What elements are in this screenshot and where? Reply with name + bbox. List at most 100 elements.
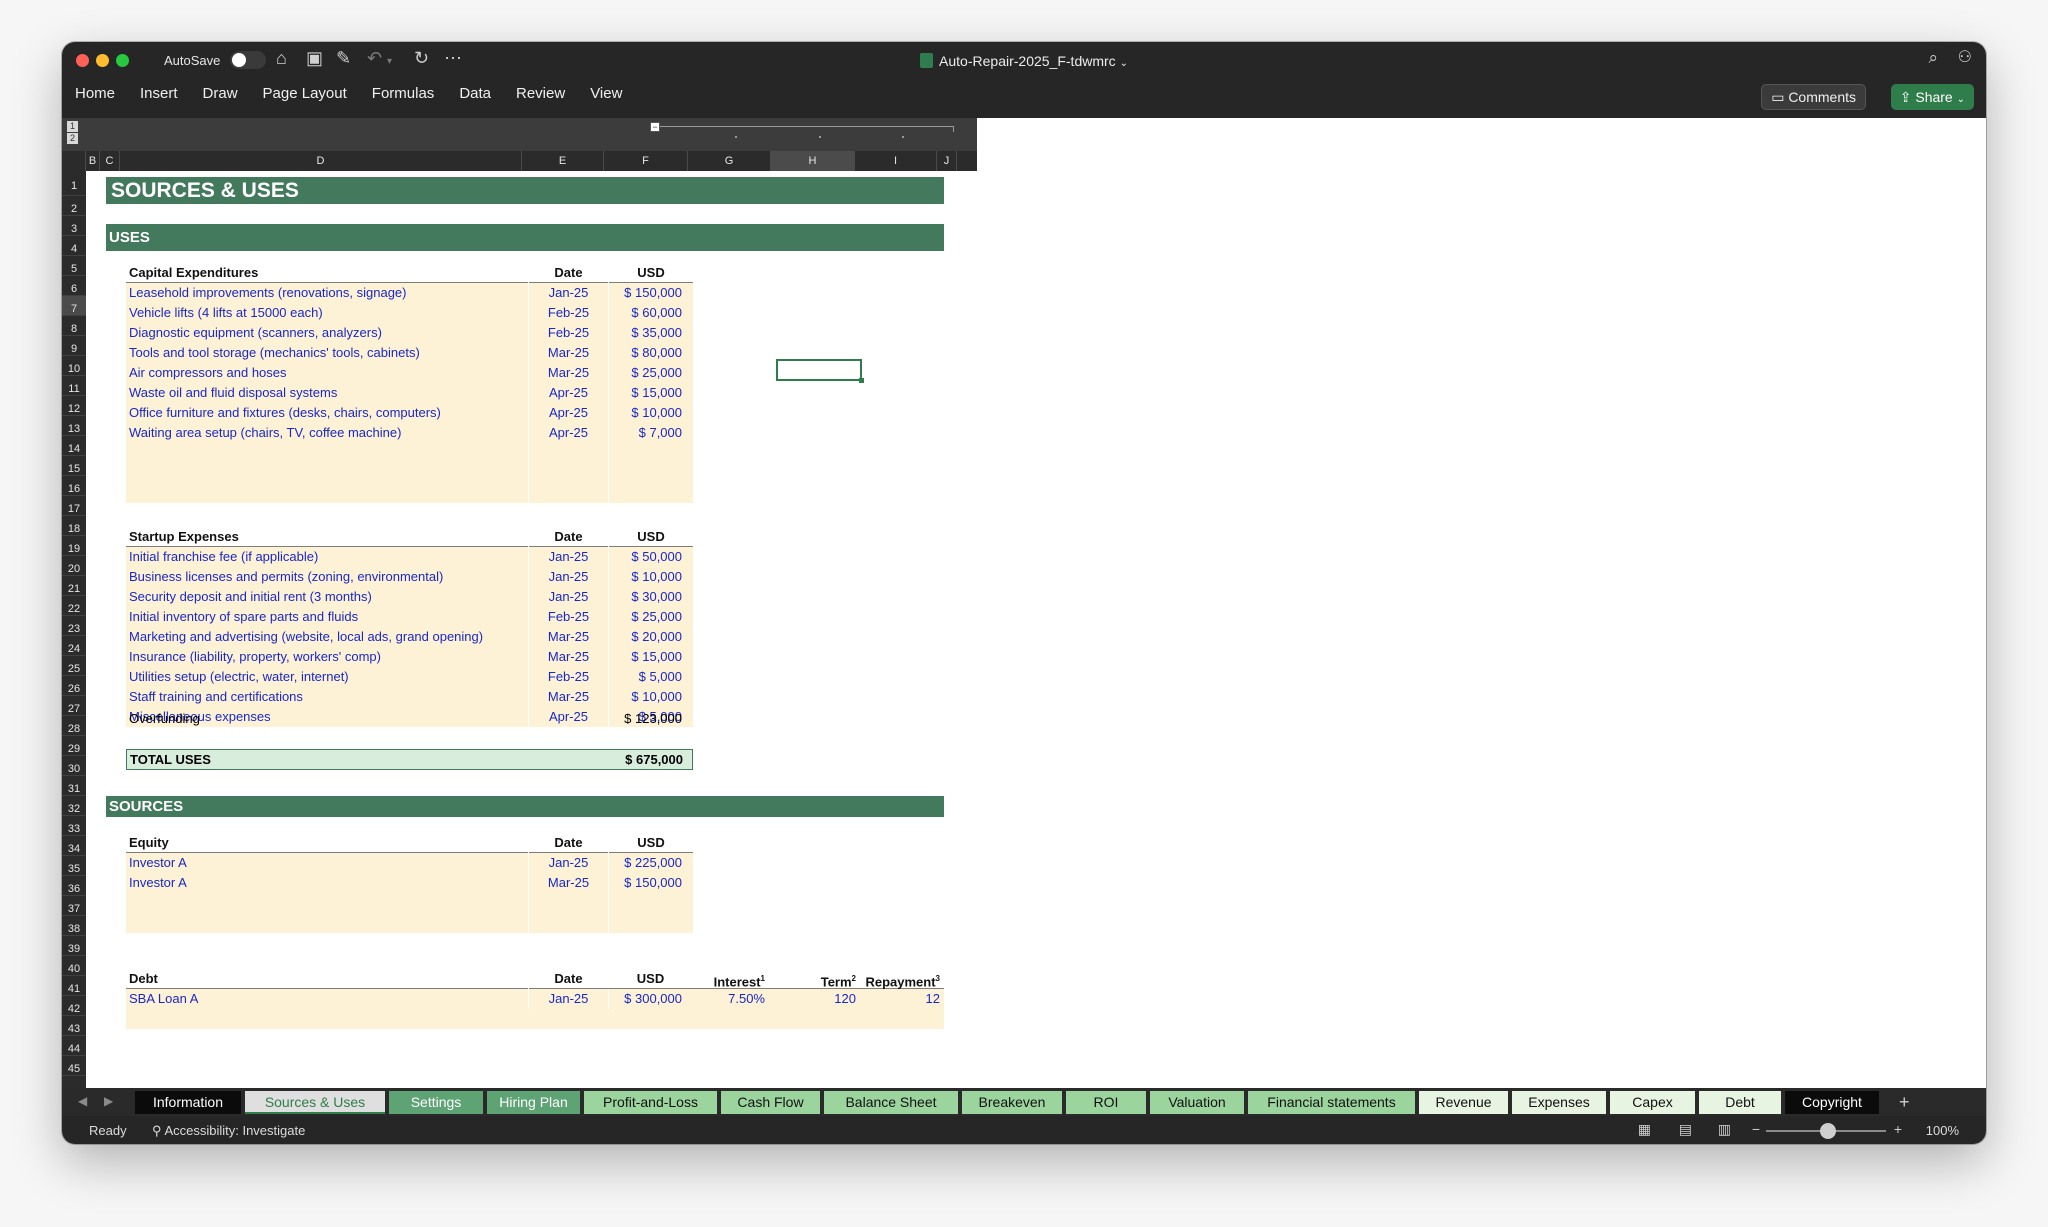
startup-row-usd[interactable]: $ 50,000 xyxy=(608,547,693,567)
select-all-corner[interactable] xyxy=(62,151,86,171)
row-header[interactable]: 39 xyxy=(62,936,86,956)
startup-row-date[interactable]: Jan-25 xyxy=(528,587,608,607)
debt-repayment[interactable]: 12 xyxy=(860,989,942,1009)
debt-item[interactable]: SBA Loan A xyxy=(129,989,529,1009)
capex-row-item[interactable]: Diagnostic equipment (scanners, analyzer… xyxy=(129,323,529,343)
startup-row-item[interactable]: Initial franchise fee (if applicable) xyxy=(129,547,529,567)
row-header[interactable]: 33 xyxy=(62,816,86,836)
startup-row-item[interactable]: Business licenses and permits (zoning, e… xyxy=(129,567,529,587)
sheet-tab-cash-flow[interactable]: Cash Flow xyxy=(721,1091,820,1114)
outline-level-2[interactable]: 2 xyxy=(67,133,78,144)
tab-scroll-right-icon[interactable]: ▶ xyxy=(104,1094,113,1108)
row-header[interactable]: 22 xyxy=(62,596,86,616)
capex-row[interactable]: Waste oil and fluid disposal systems Apr-… xyxy=(126,383,693,403)
tab-scroll-left-icon[interactable]: ◀ xyxy=(78,1094,87,1108)
capex-row-usd[interactable]: $ 25,000 xyxy=(608,363,693,383)
normal-view-icon[interactable]: ▦ xyxy=(1638,1121,1651,1138)
empty-input-row[interactable] xyxy=(126,463,693,483)
row-header[interactable]: 26 xyxy=(62,676,86,696)
empty-input-row[interactable] xyxy=(126,1009,944,1029)
empty-cell[interactable] xyxy=(608,463,693,483)
startup-row-date[interactable]: Feb-25 xyxy=(528,607,608,627)
row-header[interactable]: 12 xyxy=(62,396,86,416)
row-header[interactable]: 41 xyxy=(62,976,86,996)
startup-row-item[interactable]: Insurance (liability, property, workers'… xyxy=(129,647,529,667)
capex-row-date[interactable]: Mar-25 xyxy=(528,363,608,383)
row-header[interactable]: 36 xyxy=(62,876,86,896)
startup-row[interactable]: Marketing and advertising (website, loca… xyxy=(126,627,693,647)
startup-row[interactable]: Security deposit and initial rent (3 mon… xyxy=(126,587,693,607)
document-title[interactable]: Auto-Repair-2025_F-tdwmrc ⌄ xyxy=(62,53,1986,69)
row-header[interactable]: 17 xyxy=(62,496,86,516)
row-header[interactable]: 44 xyxy=(62,1036,86,1056)
zoom-slider-handle[interactable] xyxy=(1820,1123,1836,1139)
row-header[interactable]: 23 xyxy=(62,616,86,636)
row-header[interactable]: 29 xyxy=(62,736,86,756)
page-break-view-icon[interactable]: ▥ xyxy=(1718,1121,1731,1138)
equity-row-item[interactable]: Investor A xyxy=(129,853,529,873)
row-header[interactable]: 45 xyxy=(62,1056,86,1076)
column-header-c[interactable]: C xyxy=(100,151,120,171)
row-header[interactable]: 3 xyxy=(62,216,86,236)
equity-row-date[interactable]: Mar-25 xyxy=(528,873,608,893)
startup-row-usd[interactable]: $ 20,000 xyxy=(608,627,693,647)
row-header[interactable]: 6 xyxy=(62,276,86,296)
startup-row[interactable]: Initial inventory of spare parts and flu… xyxy=(126,607,693,627)
capex-row-date[interactable]: Mar-25 xyxy=(528,343,608,363)
zoom-out-icon[interactable]: − xyxy=(1752,1121,1760,1137)
row-header[interactable]: 8 xyxy=(62,316,86,336)
sheet-tab-financial-statements[interactable]: Financial statements xyxy=(1248,1091,1415,1114)
page-layout-view-icon[interactable]: ▤ xyxy=(1679,1121,1692,1138)
column-header-g[interactable]: G xyxy=(688,151,771,171)
startup-row-item[interactable]: Staff training and certifications xyxy=(129,687,529,707)
capex-row-date[interactable]: Feb-25 xyxy=(528,303,608,323)
row-header[interactable]: 5 xyxy=(62,256,86,276)
column-header-f[interactable]: F xyxy=(604,151,688,171)
row-header[interactable]: 14 xyxy=(62,436,86,456)
sheet-tab-capex[interactable]: Capex xyxy=(1610,1091,1695,1114)
startup-row-usd[interactable]: $ 25,000 xyxy=(608,607,693,627)
menu-view[interactable]: View xyxy=(590,85,622,102)
equity-row[interactable]: Investor A Mar-25 $ 150,000 xyxy=(126,873,693,893)
capex-row[interactable]: Office furniture and fixtures (desks, ch… xyxy=(126,403,693,423)
capex-row[interactable]: Air compressors and hoses Mar-25 $ 25,000 xyxy=(126,363,693,383)
capex-row-date[interactable]: Apr-25 xyxy=(528,423,608,443)
sheet-tab-expenses[interactable]: Expenses xyxy=(1512,1091,1606,1114)
capex-row-item[interactable]: Office furniture and fixtures (desks, ch… xyxy=(129,403,529,423)
startup-row-item[interactable]: Marketing and advertising (website, loca… xyxy=(129,627,529,647)
sheet-tab-hiring-plan[interactable]: Hiring Plan xyxy=(487,1091,580,1114)
active-cell-h7[interactable] xyxy=(776,359,864,383)
row-header[interactable]: 20 xyxy=(62,556,86,576)
startup-row-item[interactable]: Security deposit and initial rent (3 mon… xyxy=(129,587,529,607)
row-header[interactable]: 13 xyxy=(62,416,86,436)
menu-data[interactable]: Data xyxy=(459,85,491,102)
startup-row[interactable]: Staff training and certifications Mar-25 $… xyxy=(126,687,693,707)
outline-level-1[interactable]: 1 xyxy=(67,121,78,132)
capex-row-date[interactable]: Feb-25 xyxy=(528,323,608,343)
accessibility-status[interactable]: ⚲ Accessibility: Investigate xyxy=(152,1123,305,1139)
debt-date[interactable]: Jan-25 xyxy=(528,989,608,1009)
sheet-tab-balance-sheet[interactable]: Balance Sheet xyxy=(824,1091,958,1114)
sheet-tab-profit-and-loss[interactable]: Profit-and-Loss xyxy=(584,1091,717,1114)
capex-row-date[interactable]: Jan-25 xyxy=(528,283,608,303)
startup-row-usd[interactable]: $ 5,000 xyxy=(608,667,693,687)
startup-row[interactable]: Business licenses and permits (zoning, e… xyxy=(126,567,693,587)
row-header[interactable]: 42 xyxy=(62,996,86,1016)
capex-row-usd[interactable]: $ 60,000 xyxy=(608,303,693,323)
empty-cell[interactable] xyxy=(528,893,608,913)
capex-row-item[interactable]: Waiting area setup (chairs, TV, coffee m… xyxy=(129,423,529,443)
capex-row-item[interactable]: Leasehold improvements (renovations, sig… xyxy=(129,283,529,303)
empty-cell[interactable] xyxy=(608,483,693,503)
startup-row-date[interactable]: Mar-25 xyxy=(528,647,608,667)
capex-row-date[interactable]: Apr-25 xyxy=(528,383,608,403)
row-header[interactable]: 31 xyxy=(62,776,86,796)
empty-input-row[interactable] xyxy=(126,483,693,503)
row-header[interactable]: 7 xyxy=(62,296,86,316)
empty-input-row[interactable] xyxy=(126,913,693,933)
debt-interest[interactable]: 7.50% xyxy=(693,989,776,1009)
overfunding-row[interactable]: Overfunding $ 123,000 xyxy=(126,709,693,729)
comments-button[interactable]: ▭ Comments xyxy=(1761,84,1866,110)
startup-row-item[interactable]: Utilities setup (electric, water, intern… xyxy=(129,667,529,687)
sheet-tab-roi[interactable]: ROI xyxy=(1066,1091,1146,1114)
menu-draw[interactable]: Draw xyxy=(203,85,238,102)
